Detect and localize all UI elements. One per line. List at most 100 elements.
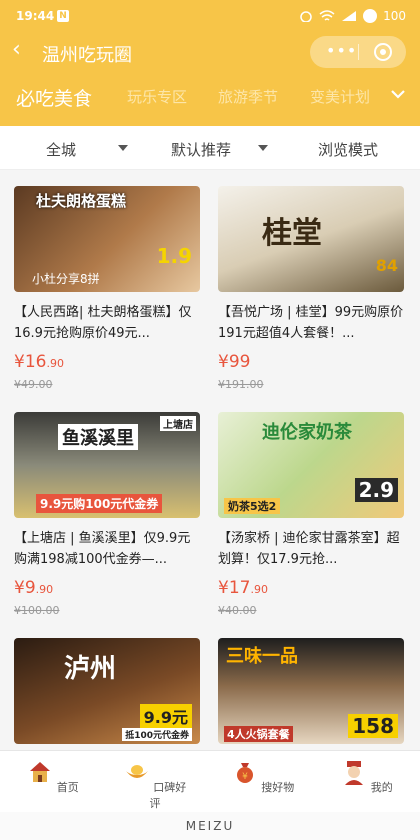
- back-icon[interactable]: ‹: [12, 38, 21, 62]
- deal-original-price: ¥191.00: [218, 378, 264, 391]
- price-dec: .90: [250, 583, 268, 596]
- price-int: 99: [228, 352, 251, 372]
- deal-card[interactable]: 桂堂 84 【吾悦广场 | 桂堂】99元购原价191元超值4人套餐！... ¥9…: [218, 186, 404, 391]
- price-int: 17: [228, 578, 251, 598]
- tab-beauty-plan[interactable]: 变美计划: [310, 86, 370, 107]
- image-sub: 9.9元购100元代金券: [36, 494, 163, 513]
- price-int: 9: [24, 578, 36, 598]
- battery-level: 100: [383, 9, 406, 23]
- home-icon: [30, 762, 51, 782]
- original-price-value: 100.00: [21, 604, 60, 617]
- image-text: 鱼溪溪里: [58, 424, 138, 450]
- deal-price: ¥9.90: [14, 578, 54, 598]
- signal-icon: [342, 11, 357, 21]
- device-brand-bar: MEIZU: [0, 812, 420, 840]
- original-price-value: 49.00: [21, 378, 53, 391]
- image-badge: 2.9: [354, 478, 398, 502]
- image-sub: 4人火锅套餐: [224, 726, 293, 742]
- image-text: 泸州: [64, 654, 117, 684]
- image-badge: 抵100元代金券: [122, 728, 192, 741]
- image-sub: 9.9元: [139, 704, 192, 728]
- sort-dropdown-icon[interactable]: [258, 145, 268, 151]
- deal-original-price: ¥40.00: [218, 604, 257, 617]
- status-right: 100: [299, 9, 406, 23]
- battery-icon: [363, 9, 378, 23]
- nav-mine[interactable]: 我的: [332, 759, 402, 795]
- nav-search-goods-label: 搜好物: [261, 781, 295, 794]
- deal-image: 鱼溪溪里 上塘店 9.9元购100元代金券: [14, 412, 200, 518]
- nav-mine-label: 我的: [370, 781, 393, 794]
- price-dec: .90: [35, 583, 54, 596]
- nav-search-goods[interactable]: ¥ 搜好物: [228, 759, 298, 795]
- deal-price: ¥16.90: [14, 352, 64, 372]
- deal-card[interactable]: 迪伦家奶茶 奶茶5选2 2.9 【汤家桥 | 迪伦家甘露茶室】超划算！仅17.9…: [218, 412, 404, 617]
- deal-image: 杜夫朗格蛋糕 小杜分享8拼 1.9: [14, 186, 200, 292]
- image-text: 杜夫朗格蛋糕: [36, 192, 127, 210]
- deal-price: ¥99: [218, 352, 251, 372]
- miniapp-capsule: •••: [310, 36, 406, 68]
- filter-area-label: 全城: [46, 141, 77, 159]
- tab-travel-season[interactable]: 旅游季节: [218, 86, 278, 107]
- nav-reviews[interactable]: 口碑好评: [120, 759, 190, 811]
- deal-title: 【汤家桥 | 迪伦家甘露茶室】超划算！仅17.9元抢...: [218, 531, 400, 567]
- status-time: 19:44: [16, 9, 55, 23]
- filter-mode-label: 浏览模式: [318, 141, 379, 159]
- image-badge: 158: [348, 714, 398, 738]
- page-title: 温州吃玩圈: [42, 45, 132, 66]
- deal-grid: 杜夫朗格蛋糕 小杜分享8拼 1.9 【人民西路| 杜夫朗格蛋糕】仅16.9元抢购…: [0, 170, 420, 750]
- capsule-divider: [358, 44, 359, 60]
- deal-image: 桂堂 84: [218, 186, 404, 292]
- notification-icon: N: [57, 10, 69, 22]
- deal-title: 【吾悦广场 | 桂堂】99元购原价191元超值4人套餐！...: [218, 305, 404, 341]
- image-sub: 小杜分享8拼: [32, 272, 100, 286]
- bottom-nav: 首页 口碑好评 ¥ 搜好物 我的: [0, 750, 420, 812]
- deal-card[interactable]: 三味一品 4人火锅套餐 158: [218, 638, 404, 744]
- price-dec: .90: [46, 357, 64, 370]
- nav-reviews-label: 口碑好评: [149, 781, 187, 810]
- filter-sort-label: 默认推荐: [171, 141, 232, 159]
- filter-area[interactable]: 全城: [46, 139, 76, 160]
- original-price-value: 191.00: [225, 378, 264, 391]
- deal-card[interactable]: 鱼溪溪里 上塘店 9.9元购100元代金券 【上塘店 | 鱼溪溪里】仅9.9元购…: [14, 412, 200, 617]
- image-text: 桂堂: [262, 216, 322, 251]
- alarm-icon: [300, 11, 312, 22]
- deal-card[interactable]: 泸州 9.9元 抵100元代金券: [14, 638, 200, 744]
- filter-mode[interactable]: 浏览模式: [318, 139, 378, 160]
- deal-original-price: ¥100.00: [14, 604, 60, 617]
- image-badge: 1.9: [156, 244, 192, 268]
- chevron-down-icon[interactable]: [390, 86, 406, 102]
- image-badge: 上塘店: [160, 416, 196, 431]
- deal-title: 【人民西路| 杜夫朗格蛋糕】仅16.9元抢购原价49元...: [14, 305, 192, 341]
- wifi-icon: [319, 10, 335, 21]
- category-tabs: 必吃美食 玩乐专区 旅游季节 变美计划: [0, 72, 420, 126]
- status-bar: 19:44 N 100: [0, 0, 420, 32]
- image-text: 三味一品: [226, 646, 298, 667]
- deal-image: 泸州 9.9元 抵100元代金券: [14, 638, 200, 744]
- nav-home[interactable]: 首页: [18, 759, 88, 795]
- svg-text:¥: ¥: [242, 772, 248, 782]
- image-badge: 84: [375, 256, 398, 275]
- deal-card[interactable]: 杜夫朗格蛋糕 小杜分享8拼 1.9 【人民西路| 杜夫朗格蛋糕】仅16.9元抢购…: [14, 186, 200, 391]
- nav-home-label: 首页: [56, 781, 79, 794]
- profile-icon: [345, 761, 364, 785]
- deal-price: ¥17.90: [218, 578, 268, 598]
- tab-fun-zone[interactable]: 玩乐专区: [127, 86, 187, 107]
- gold-ingot-icon: [125, 765, 148, 778]
- tab-must-eat[interactable]: 必吃美食: [16, 84, 92, 111]
- header: ‹ 温州吃玩圈 •••: [0, 32, 420, 72]
- image-sub: 奶茶5选2: [224, 498, 281, 514]
- area-dropdown-icon[interactable]: [118, 145, 128, 151]
- deal-original-price: ¥49.00: [14, 378, 53, 391]
- image-text: 迪伦家奶茶: [262, 422, 352, 443]
- money-bag-icon: ¥: [236, 763, 253, 783]
- price-int: 16: [24, 352, 47, 372]
- deal-image: 三味一品 4人火锅套餐 158: [218, 638, 404, 744]
- original-price-value: 40.00: [225, 604, 257, 617]
- device-brand: MEIZU: [185, 819, 235, 833]
- filter-sort[interactable]: 默认推荐: [171, 139, 231, 160]
- filter-bar: 全城 默认推荐 浏览模式: [0, 126, 420, 170]
- more-icon[interactable]: •••: [326, 41, 357, 60]
- deal-title: 【上塘店 | 鱼溪溪里】仅9.9元购满198减100代金券—...: [14, 531, 191, 567]
- close-miniapp-icon[interactable]: [374, 43, 392, 61]
- deal-image: 迪伦家奶茶 奶茶5选2 2.9: [218, 412, 404, 518]
